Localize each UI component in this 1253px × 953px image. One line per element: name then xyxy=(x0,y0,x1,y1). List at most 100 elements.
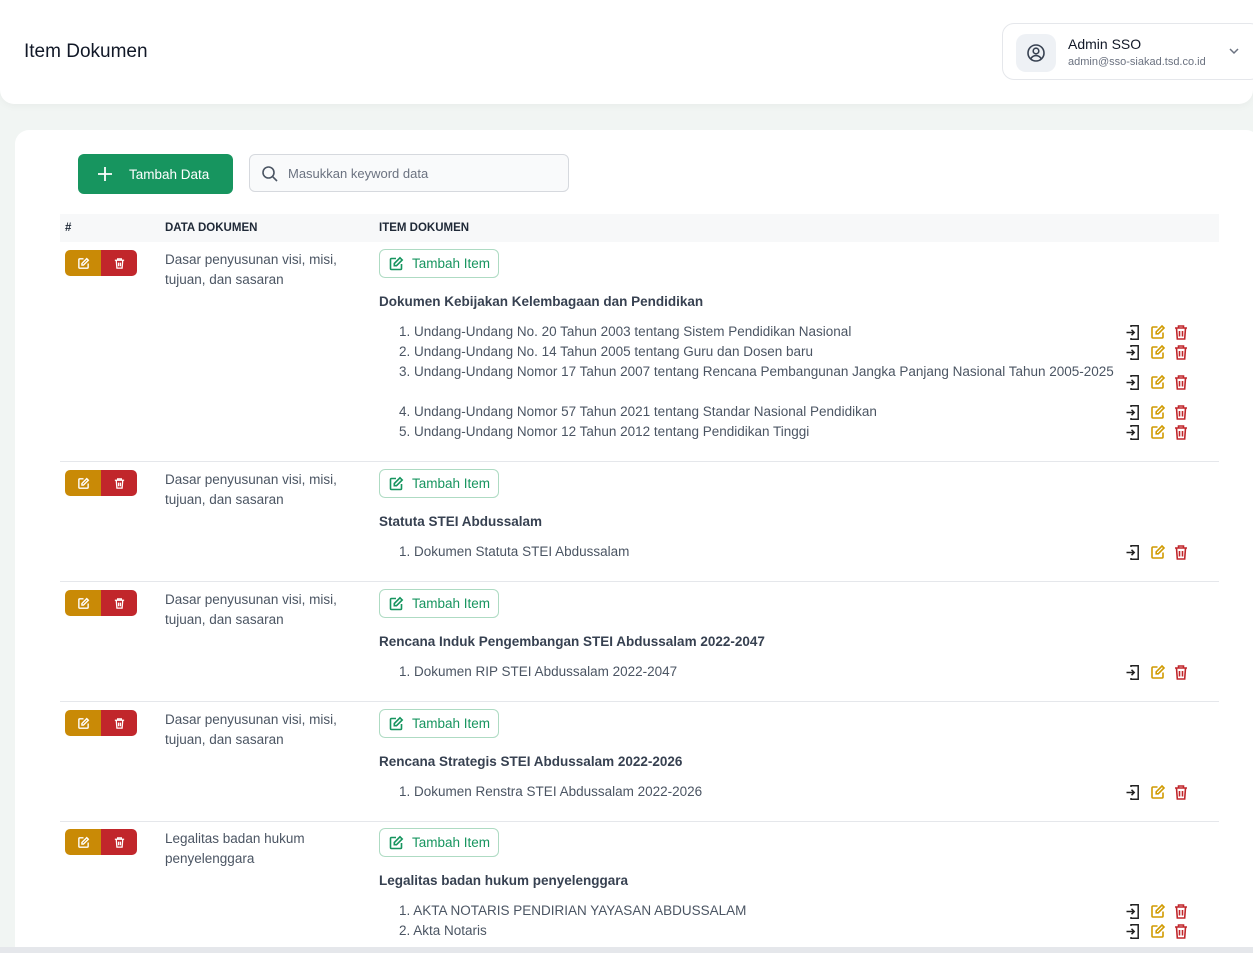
edit-icon xyxy=(1150,923,1165,938)
item-actions xyxy=(1124,901,1190,921)
document-name: Legalitas badan hukum penyelenggara xyxy=(165,831,305,866)
edit-icon xyxy=(1150,544,1165,559)
edit-icon xyxy=(1150,424,1165,439)
edit-item-button[interactable] xyxy=(1148,343,1167,362)
item-group-title: Rencana Induk Pengembangan STEI Abdussal… xyxy=(379,634,765,649)
user-name: Admin SSO xyxy=(1068,36,1142,52)
edit-icon xyxy=(77,717,89,729)
delete-item-button[interactable] xyxy=(1171,343,1190,362)
import-icon xyxy=(1126,903,1140,919)
add-item-button[interactable]: Tambah Item xyxy=(379,249,500,278)
edit-item-button[interactable] xyxy=(1148,543,1167,562)
delete-document-button[interactable] xyxy=(101,590,137,616)
item-actions xyxy=(1124,921,1190,941)
delete-item-button[interactable] xyxy=(1171,783,1190,802)
open-item-button[interactable] xyxy=(1124,423,1143,442)
edit-icon xyxy=(77,597,89,609)
open-item-button[interactable] xyxy=(1124,343,1143,362)
open-item-button[interactable] xyxy=(1124,922,1143,941)
edit-item-button[interactable] xyxy=(1148,902,1167,921)
trash-icon xyxy=(114,836,124,848)
delete-document-button[interactable] xyxy=(101,710,137,736)
edit-document-button[interactable] xyxy=(65,710,101,736)
user-email: admin@sso-siakad.tsd.co.id xyxy=(1068,56,1206,68)
edit-document-button[interactable] xyxy=(65,590,101,616)
item-actions xyxy=(1124,342,1190,362)
trash-icon xyxy=(1174,903,1187,919)
chevron-down-icon xyxy=(1229,48,1239,55)
delete-item-button[interactable] xyxy=(1171,373,1190,392)
open-item-button[interactable] xyxy=(1124,902,1143,921)
edit-item-button[interactable] xyxy=(1148,423,1167,442)
user-menu[interactable]: Admin SSO admin@sso-siakad.tsd.co.id xyxy=(1002,23,1253,80)
trash-icon xyxy=(1174,923,1187,939)
item-actions xyxy=(1124,542,1190,562)
open-item-button[interactable] xyxy=(1124,323,1143,342)
edit-item-button[interactable] xyxy=(1148,373,1167,392)
delete-item-button[interactable] xyxy=(1171,323,1190,342)
item-actions xyxy=(1124,422,1190,442)
trash-icon xyxy=(114,597,124,609)
edit-document-button[interactable] xyxy=(65,250,101,276)
edit-icon xyxy=(77,477,89,489)
import-icon xyxy=(1126,424,1140,440)
table-header: # DATA DOKUMEN ITEM DOKUMEN xyxy=(60,214,1219,242)
row-actions xyxy=(65,470,137,496)
delete-item-button[interactable] xyxy=(1171,423,1190,442)
delete-document-button[interactable] xyxy=(101,829,137,855)
open-item-button[interactable] xyxy=(1124,783,1143,802)
delete-item-button[interactable] xyxy=(1171,663,1190,682)
import-icon xyxy=(1126,404,1140,420)
import-icon xyxy=(1126,344,1140,360)
edit-square-icon xyxy=(389,256,404,270)
delete-item-button[interactable] xyxy=(1171,403,1190,422)
edit-item-button[interactable] xyxy=(1148,663,1167,682)
delete-item-button[interactable] xyxy=(1171,543,1190,562)
edit-square-icon xyxy=(389,835,404,849)
search-input[interactable] xyxy=(288,163,558,183)
add-item-button[interactable]: Tambah Item xyxy=(379,589,500,618)
avatar xyxy=(1016,34,1056,72)
add-item-button[interactable]: Tambah Item xyxy=(379,709,500,738)
list-item: 1. Dokumen Renstra STEI Abdussalam 2022-… xyxy=(399,784,703,799)
open-item-button[interactable] xyxy=(1124,543,1143,562)
list-item: 1. Undang-Undang No. 20 Tahun 2003 tenta… xyxy=(399,324,852,339)
delete-item-button[interactable] xyxy=(1171,922,1190,941)
row-actions xyxy=(65,590,137,616)
edit-document-button[interactable] xyxy=(65,829,101,855)
row-actions xyxy=(65,829,137,855)
import-icon xyxy=(1126,923,1140,939)
col-data-dokumen: DATA DOKUMEN xyxy=(165,222,258,234)
open-item-button[interactable] xyxy=(1124,663,1143,682)
trash-icon xyxy=(1174,404,1187,420)
document-name: Dasar penyusunan visi, misi, tujuan, dan… xyxy=(165,472,337,507)
edit-item-button[interactable] xyxy=(1148,922,1167,941)
add-item-label: Tambah Item xyxy=(412,256,491,271)
item-actions xyxy=(1124,402,1190,422)
top-header: Item Dokumen Admin SSO admin@sso-siakad.… xyxy=(0,0,1253,104)
table-row: Dasar penyusunan visi, misi, tujuan, dan… xyxy=(60,582,1219,702)
list-item: 3. Undang-Undang Nomor 17 Tahun 2007 ten… xyxy=(399,364,1114,379)
delete-document-button[interactable] xyxy=(101,250,137,276)
edit-document-button[interactable] xyxy=(65,470,101,496)
edit-item-button[interactable] xyxy=(1148,783,1167,802)
user-circle-icon xyxy=(1027,44,1045,62)
add-item-button[interactable]: Tambah Item xyxy=(379,828,500,857)
add-item-button[interactable]: Tambah Item xyxy=(379,469,500,498)
edit-icon xyxy=(1150,903,1165,918)
item-actions xyxy=(1124,782,1190,802)
delete-document-button[interactable] xyxy=(101,470,137,496)
open-item-button[interactable] xyxy=(1124,403,1143,422)
import-icon xyxy=(1126,784,1140,800)
add-data-button[interactable]: Tambah Data xyxy=(78,154,233,194)
open-item-button[interactable] xyxy=(1124,373,1143,392)
plus-icon xyxy=(98,167,112,181)
trash-icon xyxy=(1174,664,1187,680)
import-icon xyxy=(1126,374,1140,390)
import-icon xyxy=(1126,544,1140,560)
edit-item-button[interactable] xyxy=(1148,323,1167,342)
edit-item-button[interactable] xyxy=(1148,403,1167,422)
delete-item-button[interactable] xyxy=(1171,902,1190,921)
list-item: 4. Undang-Undang Nomor 57 Tahun 2021 ten… xyxy=(399,404,877,419)
edit-icon xyxy=(77,257,89,269)
